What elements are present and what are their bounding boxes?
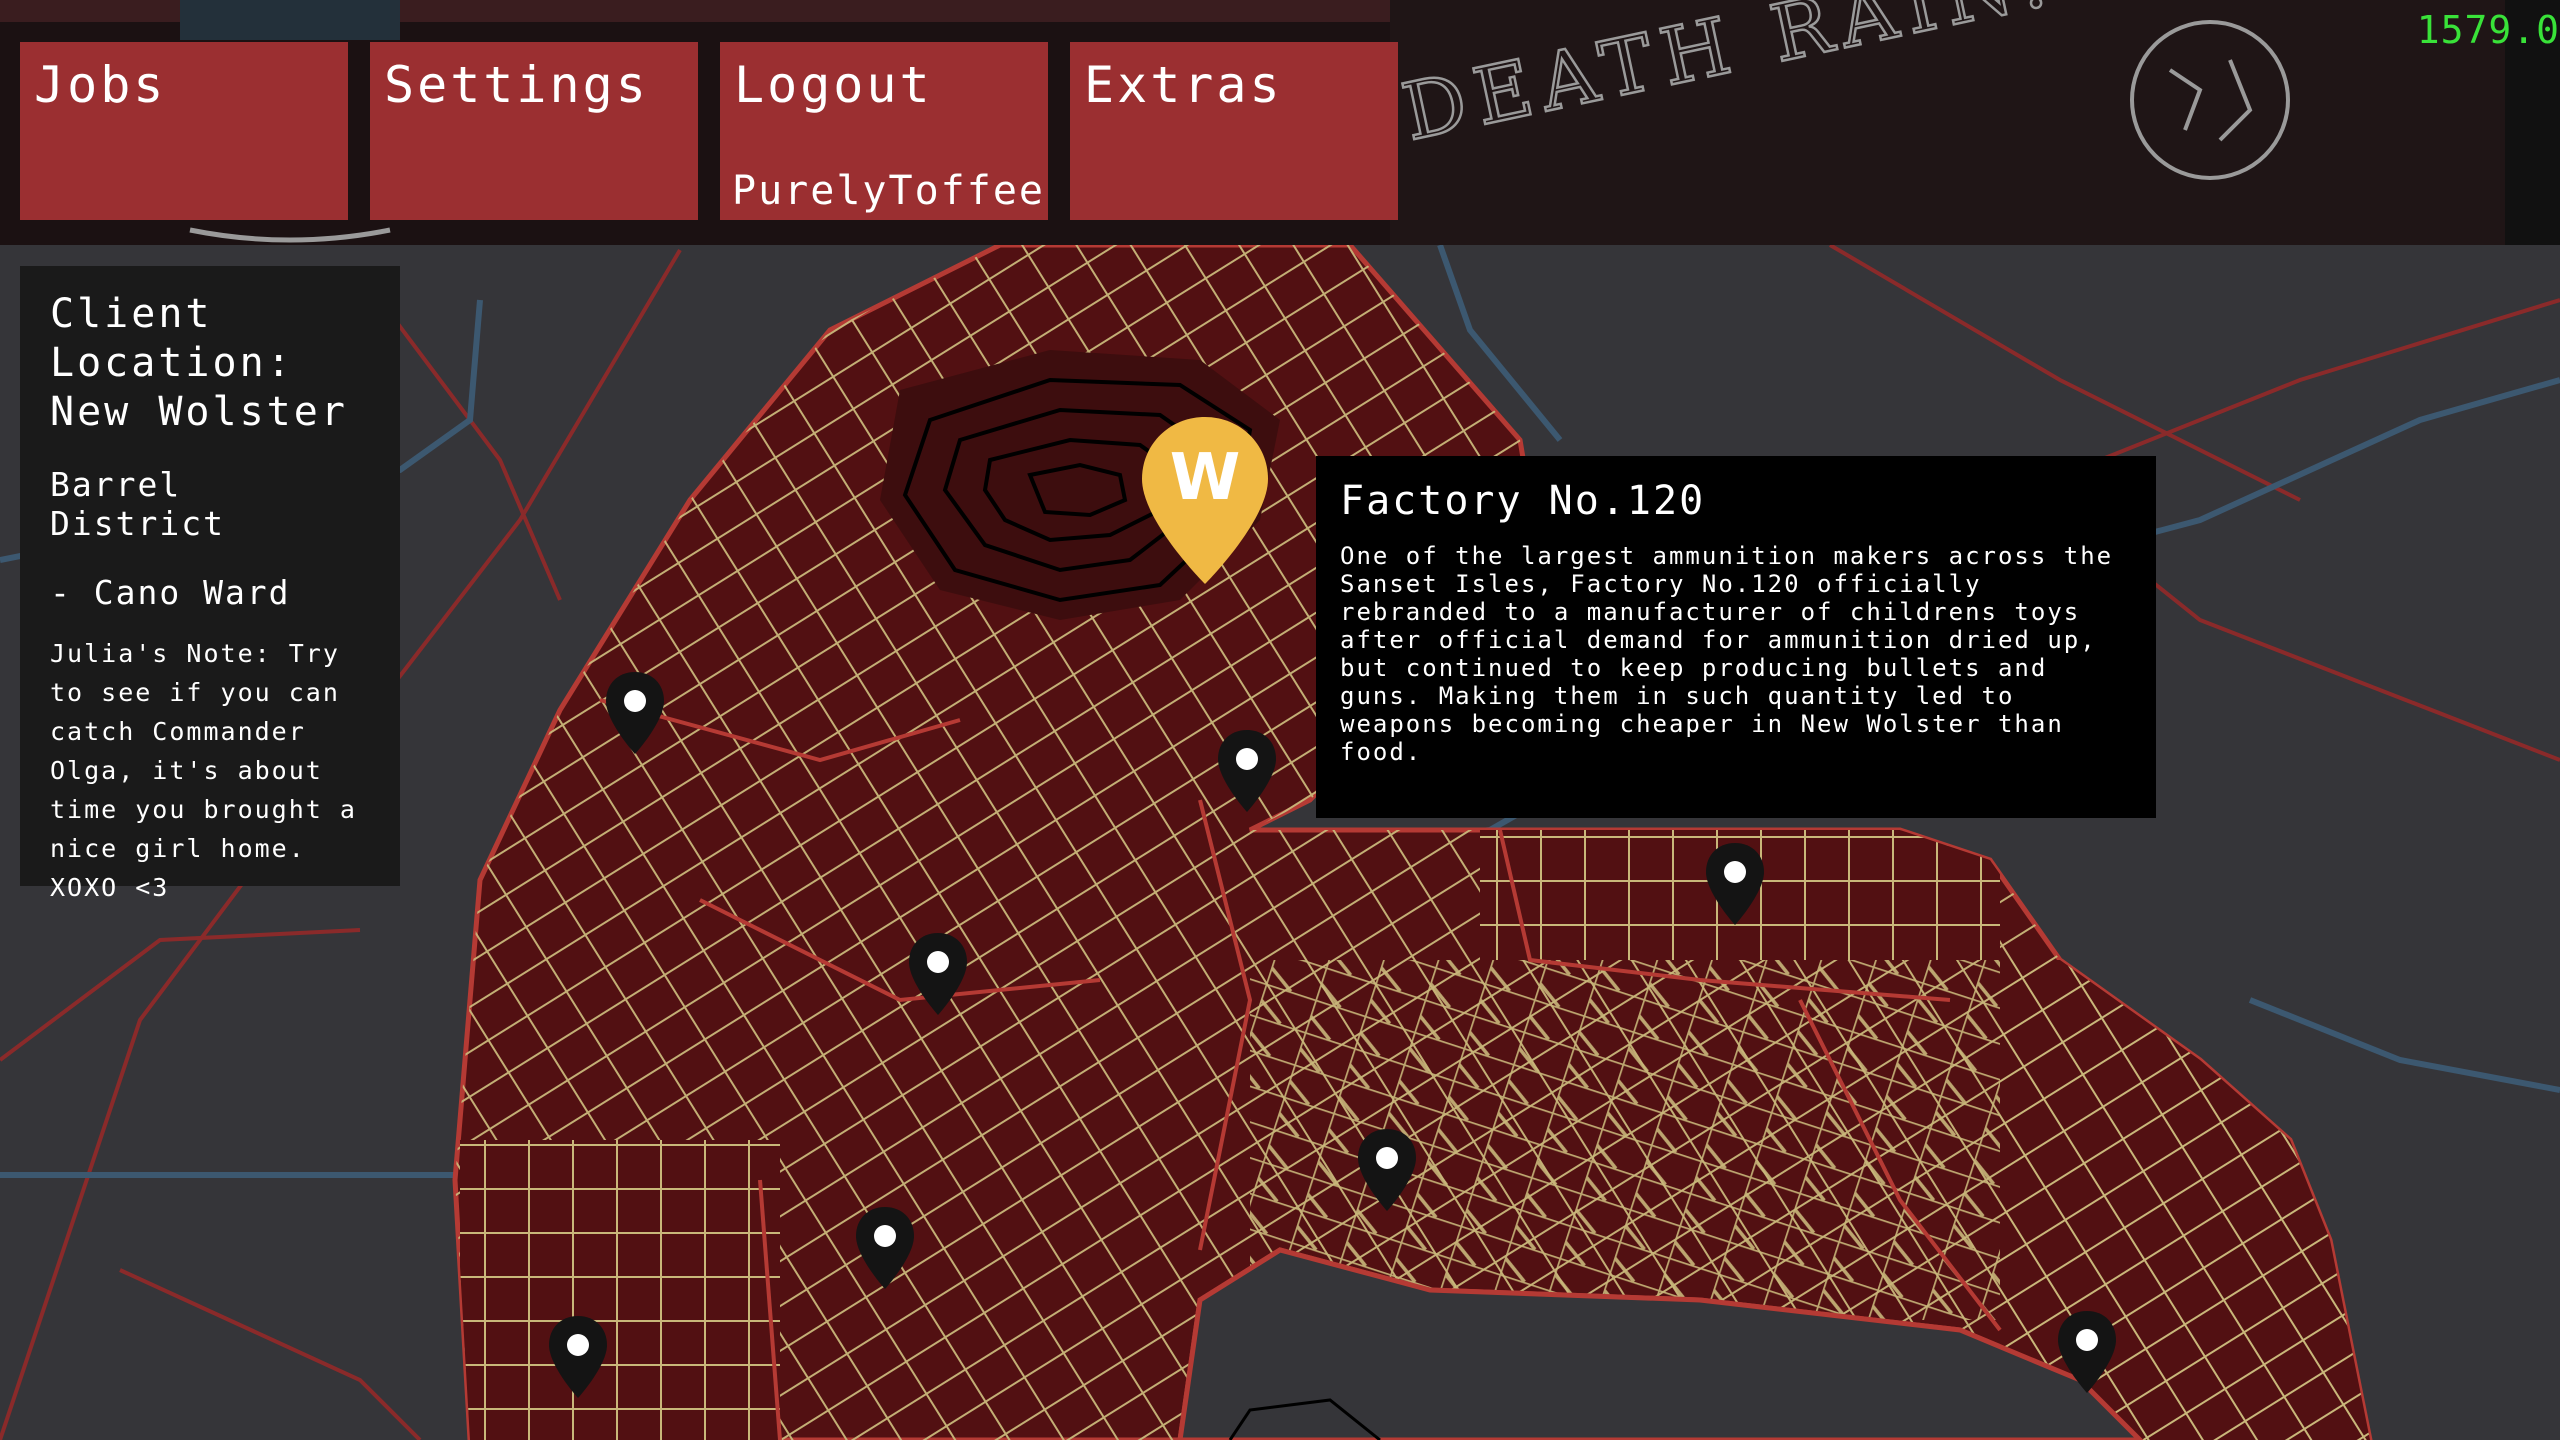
client-district: Barrel District bbox=[50, 465, 225, 543]
factory-logo-icon: W bbox=[1170, 441, 1241, 515]
client-ward: - Cano Ward bbox=[50, 573, 291, 612]
map-marker-pin[interactable] bbox=[1700, 839, 1770, 929]
map-marker-pin[interactable] bbox=[903, 929, 973, 1019]
map-marker-pin[interactable] bbox=[1212, 726, 1282, 816]
client-location-heading: Client Location: New Wolster bbox=[50, 291, 348, 435]
map-marker-pin[interactable] bbox=[2052, 1307, 2122, 1397]
extras-label: Extras bbox=[1084, 56, 1283, 114]
tooltip-title: Factory No.120 bbox=[1340, 478, 1706, 524]
logout-label: Logout bbox=[734, 56, 933, 114]
map-marker-pin[interactable] bbox=[543, 1312, 613, 1402]
top-banner: DEATH RAIN: Hack 'n' Dine 1579.0 Jobs Se… bbox=[0, 0, 2560, 245]
settings-button[interactable]: Settings bbox=[370, 42, 698, 220]
fps-counter: 1579.0 bbox=[2416, 8, 2560, 52]
map-marker-pin[interactable] bbox=[850, 1203, 920, 1293]
tooltip-body: One of the largest ammunition makers acr… bbox=[1340, 542, 2114, 766]
jobs-label: Jobs bbox=[34, 56, 167, 114]
selected-marker-factory[interactable]: W bbox=[1136, 413, 1274, 588]
client-note: Julia's Note: Try to see if you can catc… bbox=[50, 639, 357, 902]
settings-label: Settings bbox=[384, 56, 649, 114]
client-location-panel: Client Location: New Wolster Barrel Dist… bbox=[20, 266, 400, 902]
map-marker-pin[interactable] bbox=[1352, 1125, 1422, 1215]
banner-sign-art: DEATH RAIN: Hack 'n' Dine bbox=[1390, 0, 2560, 245]
location-tooltip: Factory No.120 One of the largest ammuni… bbox=[1316, 456, 2156, 818]
jobs-button[interactable]: Jobs bbox=[20, 42, 348, 220]
map-marker-pin[interactable] bbox=[600, 668, 670, 758]
logout-button[interactable]: Logout PurelyToffee bbox=[720, 42, 1048, 220]
extras-button[interactable]: Extras bbox=[1070, 42, 1398, 220]
logout-username: PurelyToffee bbox=[732, 168, 1045, 214]
